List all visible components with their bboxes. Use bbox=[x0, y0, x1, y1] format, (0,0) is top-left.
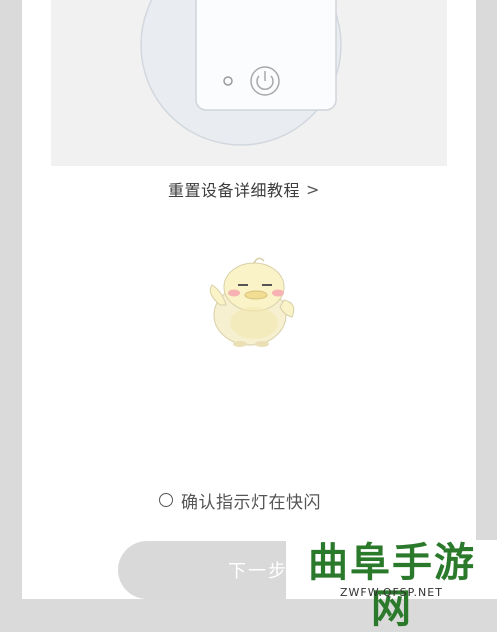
duck-mascot-icon bbox=[192, 255, 302, 354]
device-reset-illustration bbox=[51, 0, 447, 166]
screen: 重置设备详细教程 > 确认指示灯在快闪 下一步 bbox=[22, 0, 476, 599]
device-illustration bbox=[140, 0, 342, 146]
watermark-url: ZWFW.QFSP.NET bbox=[340, 586, 443, 599]
confirm-indicator-label: 确认指示灯在快闪 bbox=[181, 492, 321, 513]
reset-tutorial-link[interactable]: 重置设备详细教程 > bbox=[168, 176, 320, 202]
site-watermark: 曲阜手游网 ZWFW.QFSP.NET bbox=[286, 540, 497, 632]
chevron-right-icon: > bbox=[306, 179, 320, 199]
confirm-indicator-checkbox[interactable]: 确认指示灯在快闪 bbox=[159, 487, 321, 513]
radio-circle-icon[interactable] bbox=[159, 493, 173, 507]
reset-tutorial-label: 重置设备详细教程 bbox=[168, 181, 301, 200]
